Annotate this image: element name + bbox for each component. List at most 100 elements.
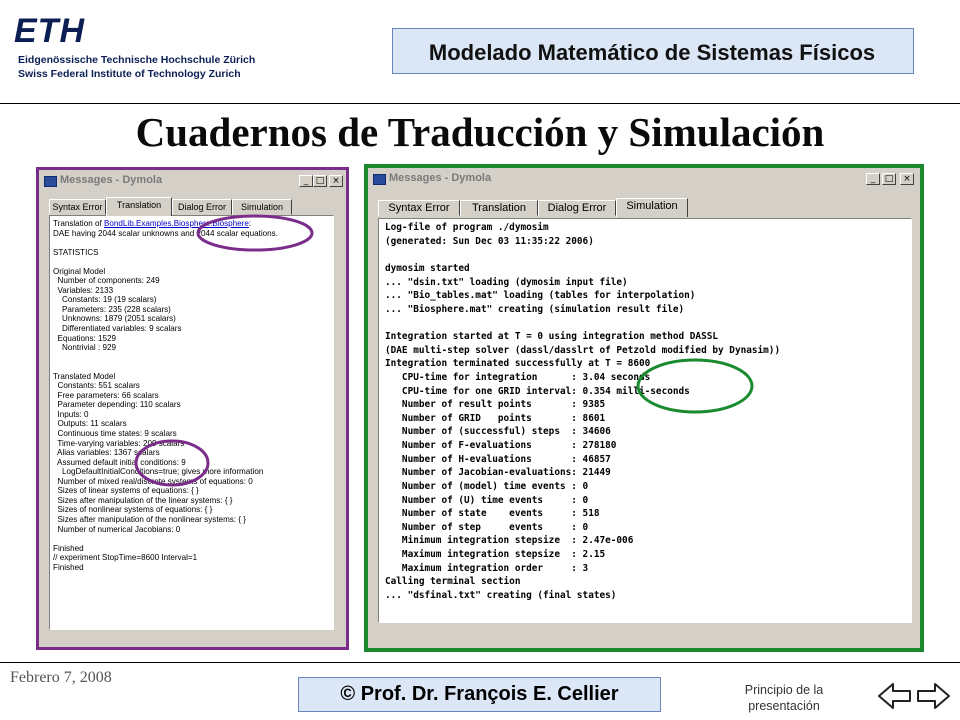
log-line: Number of (U) time events : 0 xyxy=(385,494,589,506)
left-window-highlight-frame: Messages - Dymola _ □ × Syntax Error Tra… xyxy=(36,167,349,650)
log-line: Nontrivial : 929 xyxy=(53,343,116,353)
translation-log-text: Translation of BondLib.Examples.Biospher… xyxy=(50,216,333,572)
messages-window-translation: Messages - Dymola _ □ × Syntax Error Tra… xyxy=(39,170,346,647)
log-line: Number of result points : 9385 xyxy=(385,399,606,411)
translation-of-label: Translation of xyxy=(53,219,104,228)
log-line: Minimum integration stepsize : 2.47e-006 xyxy=(385,535,634,547)
tab-bar: Syntax Error Translation Dialog Error Si… xyxy=(49,197,339,216)
messages-window-simulation: Messages - Dymola _ □ × Syntax Error Tra… xyxy=(368,168,920,648)
institution-name-de: Eidgenössische Technische Hochschule Zür… xyxy=(18,54,256,66)
log-line: Sizes of linear systems of equations: { … xyxy=(53,486,199,496)
log-line: Variables: 2133 xyxy=(53,285,114,295)
tab-dialog-error[interactable]: Dialog Error xyxy=(172,199,232,215)
eth-logo-word: ETH xyxy=(14,12,85,50)
simulation-log-text: Log-file of program ./dymosim (generated… xyxy=(379,219,911,603)
log-line: Integration terminated successfully at T… xyxy=(385,358,651,370)
log-line: Outputs: 11 scalars xyxy=(53,419,127,429)
close-icon[interactable]: × xyxy=(900,173,914,185)
log-line: Calling terminal section xyxy=(385,576,521,588)
log-line: Maximum integration order : 3 xyxy=(385,562,589,574)
log-line: Number of numerical Jacobians: 0 xyxy=(53,524,181,534)
log-line: Number of Jacobian-evaluations: 21449 xyxy=(385,467,611,479)
log-line: Number of components: 249 xyxy=(53,276,160,286)
log-line: Number of (successful) steps : 34606 xyxy=(385,426,611,438)
log-line: Number of step events : 0 xyxy=(385,521,589,533)
log-line: Constants: 19 (19 scalars) xyxy=(53,295,157,305)
log-line: Number of mixed real/discrete systems of… xyxy=(53,476,253,486)
header-divider xyxy=(0,103,960,104)
log-line: dymosim started xyxy=(385,262,470,274)
minimize-icon[interactable]: _ xyxy=(866,173,880,185)
log-line: Number of state events : 518 xyxy=(385,508,600,520)
log-line: Number of GRID points : 8601 xyxy=(385,412,606,424)
tab-translation[interactable]: Translation xyxy=(106,197,172,216)
link-suffix: : xyxy=(248,219,252,228)
log-line: Inputs: 0 xyxy=(53,409,89,419)
log-line: STATISTICS xyxy=(53,247,99,257)
log-line: Time-varying variables: 209 scalars xyxy=(53,438,185,448)
log-line: Sizes of nonlinear systems of equations:… xyxy=(53,505,213,515)
close-icon[interactable]: × xyxy=(329,175,343,187)
log-line: Finished xyxy=(53,562,84,572)
log-line: Number of (model) time events : 0 xyxy=(385,480,589,492)
tab-translation[interactable]: Translation xyxy=(460,200,538,216)
slide-title: Cuadernos de Traducción y Simulación xyxy=(135,109,825,155)
log-line: (generated: Sun Dec 03 11:35:22 2006) xyxy=(385,235,594,247)
log-line: Translated Model xyxy=(53,371,116,381)
log-line: Free parameters: 66 scalars xyxy=(53,390,159,400)
log-line: Number of H-evaluations : 46857 xyxy=(385,453,611,465)
log-line: CPU-time for one GRID interval: 0.354 mi… xyxy=(385,385,690,397)
nav-back-arrow-icon[interactable] xyxy=(876,680,916,712)
home-link[interactable]: Principio de la presentación xyxy=(732,682,836,714)
log-line: Constants: 551 scalars xyxy=(53,381,140,391)
maximize-icon[interactable]: □ xyxy=(313,175,327,187)
tab-syntax-error[interactable]: Syntax Error xyxy=(49,199,106,215)
date: Febrero 7, 2008 xyxy=(10,669,112,686)
translation-log-panel[interactable]: Translation of BondLib.Examples.Biospher… xyxy=(49,215,334,630)
log-line: Parameters: 235 (228 scalars) xyxy=(53,304,171,314)
footer-divider xyxy=(0,662,960,663)
log-line: LogDefaultInitialConditions=true; gives … xyxy=(53,467,264,477)
log-line: Integration started at T = 0 using integ… xyxy=(385,331,719,342)
window-titlebar[interactable]: Messages - Dymola _ □ × xyxy=(42,173,343,191)
log-line: Parameter depending: 110 scalars xyxy=(53,400,181,410)
log-line: Assumed default initial conditions: 9 xyxy=(53,457,186,467)
log-line: ... "Bio_tables.mat" loading (tables for… xyxy=(385,290,696,302)
maximize-icon[interactable]: □ xyxy=(882,173,896,185)
course-title: Modelado Matemático de Sistemas Físicos xyxy=(428,40,876,65)
log-line: Continuous time states: 9 scalars xyxy=(53,429,177,439)
log-line: ... "dsin.txt" loading (dymosim input fi… xyxy=(385,276,628,288)
tab-simulation[interactable]: Simulation xyxy=(616,198,688,217)
log-line: Finished xyxy=(53,543,84,553)
institution-name-en: Swiss Federal Institute of Technology Zu… xyxy=(18,68,241,80)
log-line: Log-file of program ./dymosim xyxy=(385,222,549,233)
log-line: Equations: 1529 xyxy=(53,333,116,343)
log-line: (DAE multi-step solver (dassl/dasslrt of… xyxy=(385,344,781,356)
simulation-log-panel[interactable]: Log-file of program ./dymosim (generated… xyxy=(378,218,912,623)
window-icon xyxy=(44,176,57,187)
model-link[interactable]: BondLib.Examples.Biosphere.Biosphere xyxy=(104,219,249,228)
right-window-highlight-frame: Messages - Dymola _ □ × Syntax Error Tra… xyxy=(364,164,924,652)
tab-bar: Syntax Error Translation Dialog Error Si… xyxy=(378,198,898,217)
tab-syntax-error[interactable]: Syntax Error xyxy=(378,200,460,216)
tab-dialog-error[interactable]: Dialog Error xyxy=(538,200,616,216)
author-box: © Prof. Dr. François E. Cellier xyxy=(298,677,661,712)
log-line: Number of F-evaluations : 278180 xyxy=(385,440,617,451)
log-line: Differentiated variables: 9 scalars xyxy=(53,324,182,334)
tab-simulation[interactable]: Simulation xyxy=(232,199,292,215)
minimize-icon[interactable]: _ xyxy=(299,175,313,187)
log-line: Unknowns: 1879 (2051 scalars) xyxy=(53,314,176,324)
log-line: Sizes after manipulation of the linear s… xyxy=(53,495,233,505)
log-line: CPU-time for integration : 3.04 seconds xyxy=(385,371,651,383)
window-titlebar[interactable]: Messages - Dymola _ □ × xyxy=(371,171,917,189)
log-line: Original Model xyxy=(53,266,106,276)
log-line: DAE having 2044 scalar unknowns and 2044… xyxy=(53,228,278,238)
window-title: Messages - Dymola xyxy=(60,174,163,186)
window-icon xyxy=(373,174,386,185)
log-line: Sizes after manipulation of the nonlinea… xyxy=(53,514,247,524)
log-line: Alias variables: 1367 scalars xyxy=(53,448,160,458)
eth-logo: ETH Eidgenössische Technische Hochschule… xyxy=(14,12,256,84)
log-line: ... "Biosphere.mat" creating (simulation… xyxy=(385,303,685,315)
window-title: Messages - Dymola xyxy=(389,172,492,184)
nav-forward-arrow-icon[interactable] xyxy=(912,680,952,712)
